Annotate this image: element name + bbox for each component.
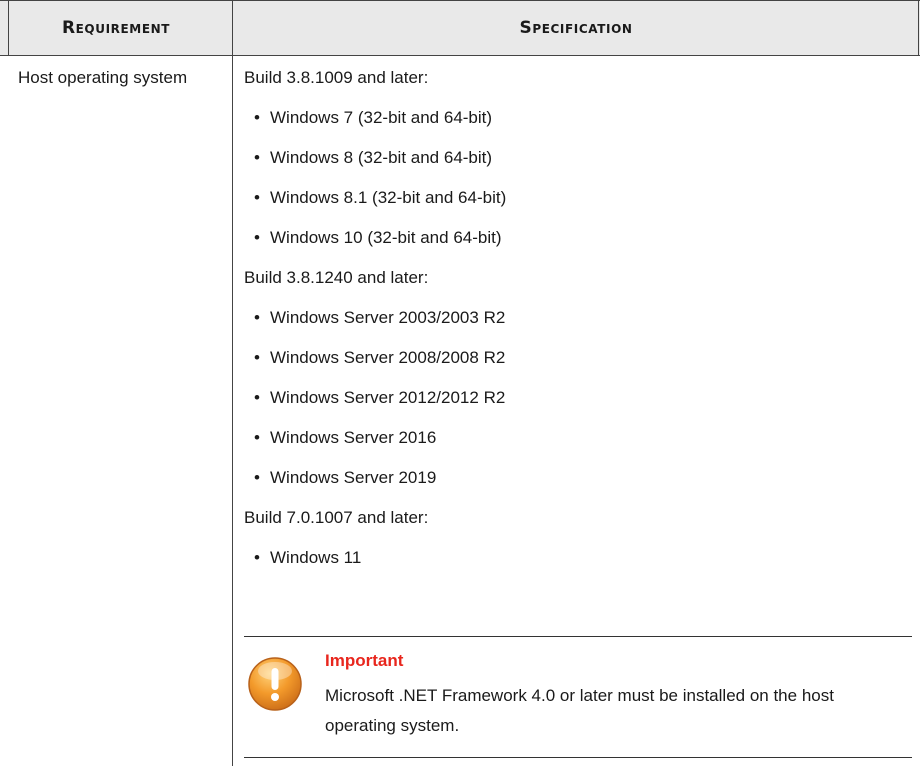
os-name: Windows Server 2016 (270, 428, 437, 447)
build-label: Build 3.8.1009 and later: (244, 68, 429, 87)
os-name: Windows Server 2008/2008 R2 (270, 348, 506, 367)
important-note: Important Microsoft .NET Framework 4.0 o… (244, 636, 912, 758)
os-name: Windows Server 2019 (270, 468, 437, 487)
os-name: Windows Server 2003/2003 R2 (270, 308, 506, 327)
table-header: Requirement Specification (0, 0, 920, 56)
bullet-icon: • (254, 188, 260, 207)
note-title: Important (325, 651, 404, 670)
bullet-icon: • (254, 148, 260, 167)
bullet-icon: • (254, 468, 260, 487)
note-body: Microsoft .NET Framework 4.0 or later mu… (325, 686, 834, 735)
bullet-icon: • (254, 348, 260, 367)
os-list-item: • Windows 8 (32-bit and 64-bit) (244, 146, 912, 170)
requirements-table: Requirement Specification Host operating… (0, 0, 920, 766)
os-name: Windows 8 (32-bit and 64-bit) (270, 148, 493, 167)
bullet-icon: • (254, 548, 260, 567)
os-name: Windows 7 (32-bit and 64-bit) (270, 108, 493, 127)
os-list-item: • Windows Server 2019 (244, 466, 912, 490)
os-name: Windows 8.1 (32-bit and 64-bit) (270, 188, 507, 207)
warning-icon (248, 657, 302, 711)
os-list-item: • Windows 11 (244, 546, 912, 570)
bullet-icon: • (254, 108, 260, 127)
os-name: Windows 10 (32-bit and 64-bit) (270, 228, 502, 247)
os-list-item: • Windows Server 2008/2008 R2 (244, 346, 912, 370)
bullet-icon: • (254, 228, 260, 247)
bullet-icon: • (254, 308, 260, 327)
build-label: Build 3.8.1240 and later: (244, 268, 429, 287)
os-name: Windows Server 2012/2012 R2 (270, 388, 506, 407)
build-label: Build 7.0.1007 and later: (244, 508, 429, 527)
bullet-icon: • (254, 428, 260, 447)
os-list-item: • Windows Server 2012/2012 R2 (244, 386, 912, 410)
header-specification: Specification (519, 18, 633, 38)
os-list-item: • Windows 8.1 (32-bit and 64-bit) (244, 186, 912, 210)
os-list-item: • Windows Server 2003/2003 R2 (244, 306, 912, 330)
os-list-item: • Windows 10 (32-bit and 64-bit) (244, 226, 912, 250)
bullet-icon: • (254, 388, 260, 407)
requirement-cell: Host operating system (18, 68, 188, 87)
table-left-border (8, 0, 9, 56)
specification-cell: Build 3.8.1009 and later: • Windows 7 (32… (244, 66, 912, 586)
os-list-item: • Windows Server 2016 (244, 426, 912, 450)
os-name: Windows 11 (270, 548, 362, 567)
column-divider (232, 0, 233, 766)
os-list-item: • Windows 7 (32-bit and 64-bit) (244, 106, 912, 130)
table-right-border (918, 0, 919, 56)
header-requirement: Requirement (61, 18, 171, 38)
